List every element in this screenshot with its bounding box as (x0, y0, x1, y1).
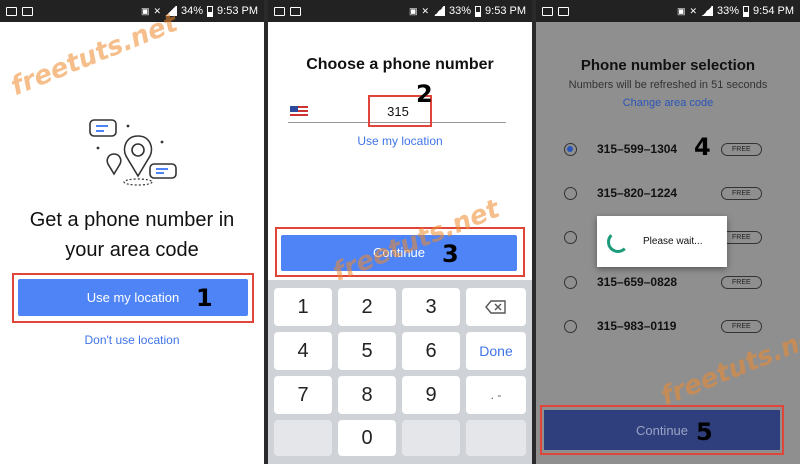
free-badge: FREE (721, 142, 762, 156)
key-8[interactable]: 8 (338, 376, 396, 414)
key-7[interactable]: 7 (274, 376, 332, 414)
free-badge: FREE (721, 186, 762, 200)
please-wait-dialog: Please wait... (597, 216, 727, 267)
title-line-2: your area code (65, 239, 199, 261)
battery-icon (207, 5, 214, 17)
radio[interactable] (564, 186, 577, 200)
step-marker: 5 (696, 418, 713, 446)
battery-percent: 34% (181, 5, 204, 17)
cast-icon: ▣ (408, 5, 418, 16)
numeric-keypad: 1 2 3 4 5 6 Done 7 8 9 . - 0 (268, 280, 532, 464)
key-4[interactable]: 4 (274, 332, 332, 370)
key-9[interactable]: 9 (402, 376, 460, 414)
number-option[interactable]: 315–599–1304 FREE (564, 137, 774, 161)
watermark: freetuts.net (6, 7, 182, 103)
status-bar: ▣ ✕ 33% 9:53 PM (268, 0, 532, 22)
key-2[interactable]: 2 (338, 288, 396, 326)
location-chat-illustration-icon (89, 119, 177, 186)
done-key[interactable]: Done (466, 332, 526, 370)
signal-icon (433, 6, 445, 16)
backspace-key[interactable] (466, 288, 526, 326)
screen-number-selection: ▣ ✕ 33% 9:54 PM Phone number selection N… (536, 0, 800, 464)
use-my-location-button[interactable]: Use my location (18, 279, 248, 316)
phone-number: 315–599–1304 (597, 142, 678, 156)
free-badge: FREE (721, 319, 762, 333)
key-1[interactable]: 1 (274, 288, 332, 326)
notification-icon (274, 6, 285, 16)
step-marker: 2 (416, 80, 433, 108)
refresh-countdown: Numbers will be refreshed in 51 seconds (568, 79, 768, 91)
loading-spinner-icon (607, 230, 629, 253)
use-my-location-link[interactable]: Use my location (268, 134, 532, 148)
mute-icon: ✕ (689, 5, 697, 16)
blank-key (274, 420, 332, 456)
video-icon (22, 6, 33, 16)
key-0[interactable]: 0 (338, 420, 396, 456)
step-marker: 4 (694, 133, 711, 161)
clock: 9:54 PM (753, 5, 794, 17)
step-marker: 1 (196, 284, 213, 312)
free-badge: FREE (721, 275, 762, 289)
radio[interactable] (564, 319, 577, 333)
key-5[interactable]: 5 (338, 332, 396, 370)
status-bar: ▣ ✕ 34% 9:53 PM (0, 0, 264, 22)
key-3[interactable]: 3 (402, 288, 460, 326)
phone-number: 315–820–1224 (597, 186, 678, 200)
number-option[interactable]: 315–659–0828 FREE (564, 270, 774, 294)
phone-number: 315–659–0828 (597, 275, 678, 289)
radio[interactable] (564, 230, 577, 244)
clock: 9:53 PM (217, 5, 258, 17)
video-icon (290, 6, 301, 16)
screen-choose-number: ▣ ✕ 33% 9:53 PM Choose a phone number 2 … (268, 0, 532, 464)
key-6[interactable]: 6 (402, 332, 460, 370)
title-line-1: Get a phone number in (29, 209, 235, 231)
change-area-code-link[interactable]: Change area code (536, 97, 800, 109)
free-badge: FREE (721, 230, 762, 244)
dont-use-location-link[interactable]: Don't use location (0, 333, 264, 347)
us-flag-icon[interactable] (290, 106, 308, 118)
radio[interactable] (564, 275, 577, 289)
page-title: Get a phone number in your area code (0, 205, 264, 265)
video-icon (558, 6, 569, 16)
blank-key (402, 420, 460, 456)
notification-icon (6, 6, 17, 16)
number-option[interactable]: 315–820–1224 FREE (564, 181, 774, 205)
signal-icon (701, 6, 713, 16)
page-title: Choose a phone number (306, 56, 494, 73)
cast-icon: ▣ (676, 5, 686, 16)
battery-icon (475, 5, 482, 17)
battery-icon (743, 5, 750, 17)
screen-get-area-code: ▣ ✕ 34% 9:53 PM freetuts.net Get a phone… (0, 0, 264, 464)
page-title: Phone number selection (580, 57, 756, 74)
continue-button[interactable]: Continue (544, 410, 780, 450)
symbol-key[interactable]: . - (466, 376, 526, 414)
radio-selected[interactable] (564, 142, 577, 156)
number-option[interactable]: 315–983–0119 FREE (564, 314, 774, 338)
battery-percent: 33% (717, 5, 740, 17)
battery-percent: 33% (449, 5, 472, 17)
notification-icon (542, 6, 553, 16)
backspace-icon (485, 300, 506, 314)
phone-number: 315–983–0119 (597, 319, 677, 333)
blank-key (466, 420, 526, 456)
status-bar: ▣ ✕ 33% 9:54 PM (536, 0, 800, 22)
clock: 9:53 PM (485, 5, 526, 17)
dialog-message: Please wait... (643, 236, 703, 247)
mute-icon: ✕ (421, 5, 429, 16)
cast-icon: ▣ (140, 5, 150, 16)
